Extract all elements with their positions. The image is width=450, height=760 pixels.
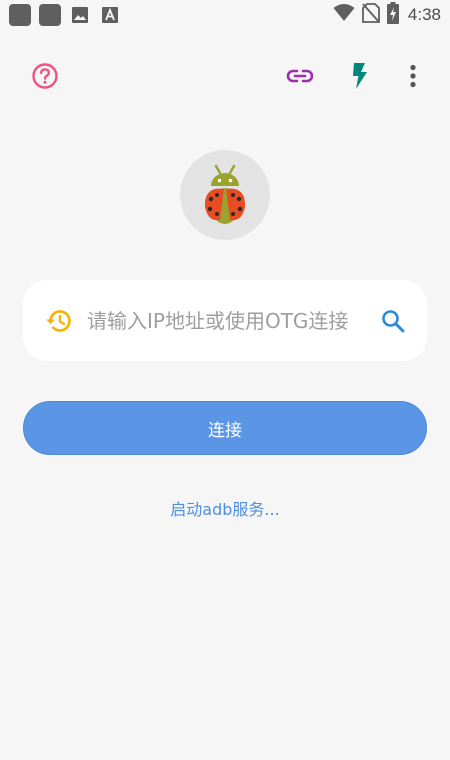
more-menu-button[interactable]: [393, 56, 433, 96]
help-button[interactable]: [25, 56, 65, 96]
notification-icons: [9, 4, 121, 26]
ip-address-input[interactable]: 请输入IP地址或使用OTG连接: [87, 308, 369, 334]
app-notification-icon: [39, 4, 61, 26]
flash-icon: [353, 63, 367, 89]
history-button[interactable]: [41, 303, 77, 339]
app-notification-icon: [9, 4, 31, 26]
help-icon: [32, 63, 58, 89]
link-button[interactable]: [280, 56, 320, 96]
search-icon: [382, 309, 405, 332]
image-icon: [69, 4, 91, 26]
ip-input-card: 请输入IP地址或使用OTG连接: [23, 280, 427, 361]
app-logo: [180, 150, 270, 240]
text-a-icon: [99, 4, 121, 26]
no-sim-icon: [362, 3, 380, 27]
status-bar: 4:38: [0, 0, 450, 30]
more-vert-icon: [410, 64, 416, 88]
flash-button[interactable]: [340, 56, 380, 96]
search-button[interactable]: [375, 303, 411, 339]
battery-charging-icon: [386, 2, 399, 28]
start-adb-service-link[interactable]: 启动adb服务...: [0, 496, 450, 520]
history-icon: [46, 309, 71, 332]
connect-button[interactable]: 连接: [23, 401, 427, 455]
ladybug-android-icon: [204, 164, 246, 224]
link-icon: [286, 69, 314, 83]
wifi-icon: [333, 4, 355, 26]
system-status-icons: 4:38: [333, 2, 441, 28]
clock: 4:38: [407, 5, 441, 24]
